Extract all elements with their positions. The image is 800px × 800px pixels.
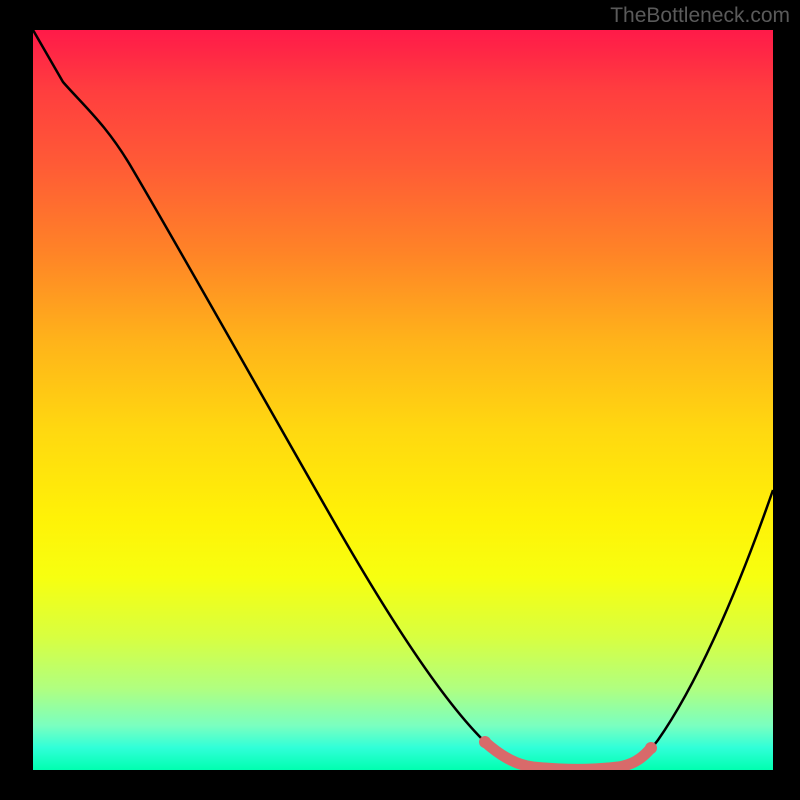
chart-svg (33, 30, 773, 770)
optimal-segment-line (485, 742, 651, 769)
bottleneck-curve-line (33, 30, 773, 769)
optimal-segment-end-dot (645, 742, 657, 754)
watermark-text: TheBottleneck.com (610, 4, 790, 28)
optimal-segment-start-dot (479, 736, 491, 748)
chart-plot-area (33, 30, 773, 770)
